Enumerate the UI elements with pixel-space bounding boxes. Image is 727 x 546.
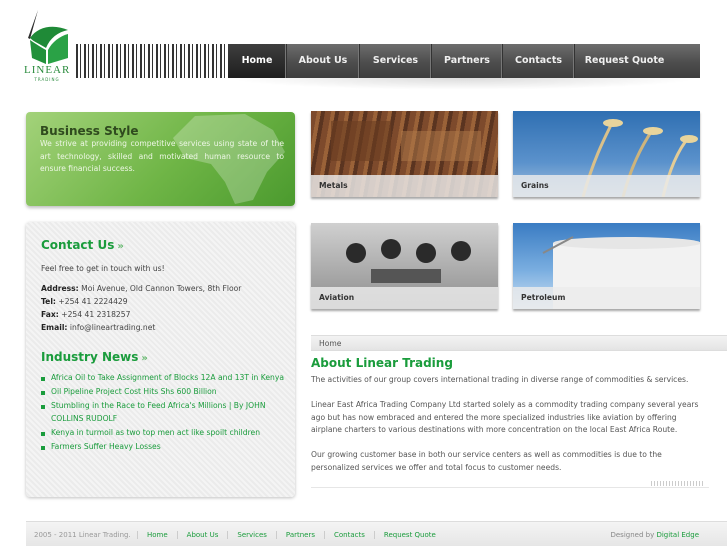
tile-metals-caption: Metals — [311, 175, 498, 197]
business-style-title: Business Style — [40, 124, 139, 138]
business-style-text: We strive at providing competitive servi… — [40, 139, 284, 173]
tile-petroleum-caption: Petroleum — [513, 287, 700, 309]
nav-partners[interactable]: Partners — [432, 44, 503, 78]
nav-contacts[interactable]: Contacts — [503, 44, 575, 78]
copyright: 2005 - 2011 Linear Trading. — [34, 531, 131, 539]
tile-grains-caption: Grains — [513, 175, 700, 197]
breadcrumb[interactable]: Home — [311, 335, 727, 351]
about-paragraph-3: Our growing customer base in both our se… — [311, 450, 662, 472]
news-item[interactable]: Kenya in turmoil as two top men act like… — [41, 427, 291, 440]
footer-link-partners[interactable]: Partners — [275, 531, 324, 539]
news-list: Africa Oil to Take Assignment of Blocks … — [41, 372, 291, 455]
content-divider — [311, 487, 709, 488]
contact-title: Contact Us — [41, 238, 115, 252]
logo-tagline: TRADING — [34, 77, 60, 82]
footer-links: Home About Us Services Partners Contacts… — [137, 531, 445, 539]
news-item[interactable]: Africa Oil to Take Assignment of Blocks … — [41, 372, 291, 385]
nav-services[interactable]: Services — [360, 44, 432, 78]
tile-aviation-caption: Aviation — [311, 287, 498, 309]
about-paragraph-1: The activities of our group covers inter… — [311, 375, 689, 384]
logo-wordmark: LINEAR — [24, 64, 71, 76]
double-chevron-icon: » — [117, 241, 124, 252]
barcode-mini-decoration — [651, 481, 703, 486]
tile-grains[interactable]: Grains — [513, 111, 700, 197]
tile-aviation[interactable]: Aviation — [311, 223, 498, 309]
footer-link-home[interactable]: Home — [137, 531, 177, 539]
barcode-decoration — [76, 44, 228, 78]
main-nav: Home About Us Services Partners Contacts… — [228, 44, 700, 78]
contact-fax: Fax: +254 41 2318257 — [41, 310, 131, 319]
news-item[interactable]: Stumbling in the Race to Feed Africa's M… — [41, 400, 291, 425]
nav-about-us[interactable]: About Us — [287, 44, 360, 78]
tile-petroleum[interactable]: Petroleum — [513, 223, 700, 309]
business-style-panel: Business Style We strive at providing co… — [26, 112, 295, 206]
double-chevron-icon: » — [141, 353, 148, 364]
about-paragraph-2: Linear East Africa Trading Company Ltd s… — [311, 400, 699, 434]
designed-by: Designed by Digital Edge — [610, 531, 699, 539]
contact-news-panel: Contact Us» Feel free to get in touch wi… — [26, 222, 295, 497]
news-heading: Industry News» — [41, 350, 148, 364]
news-title: Industry News — [41, 350, 139, 364]
tile-metals[interactable]: Metals — [311, 111, 498, 197]
footer-link-services[interactable]: Services — [227, 531, 276, 539]
contact-email: Email: info@lineartrading.net — [41, 323, 156, 332]
nav-request-quote[interactable]: Request Quote — [575, 44, 674, 78]
contact-address: Address: Moi Avenue, Old Cannon Towers, … — [41, 284, 242, 293]
news-item[interactable]: Oil Pipeline Project Cost Hits Shs 600 B… — [41, 386, 291, 399]
footer-link-contacts[interactable]: Contacts — [324, 531, 374, 539]
nav-home[interactable]: Home — [228, 44, 287, 78]
nav-shadow — [228, 78, 700, 90]
contact-intro: Feel free to get in touch with us! — [41, 264, 165, 273]
footer-link-request-quote[interactable]: Request Quote — [373, 531, 445, 539]
email-link[interactable]: info@lineartrading.net — [70, 323, 156, 332]
about-title: About Linear Trading — [311, 356, 453, 370]
footer-link-about-us[interactable]: About Us — [176, 531, 228, 539]
designer-link[interactable]: Digital Edge — [656, 531, 699, 539]
contact-tel: Tel: +254 41 2224429 — [41, 297, 128, 306]
footer: 2005 - 2011 Linear Trading. Home About U… — [26, 521, 727, 546]
contact-heading: Contact Us» — [41, 238, 124, 252]
news-item[interactable]: Farmers Suffer Heavy Losses — [41, 441, 291, 454]
